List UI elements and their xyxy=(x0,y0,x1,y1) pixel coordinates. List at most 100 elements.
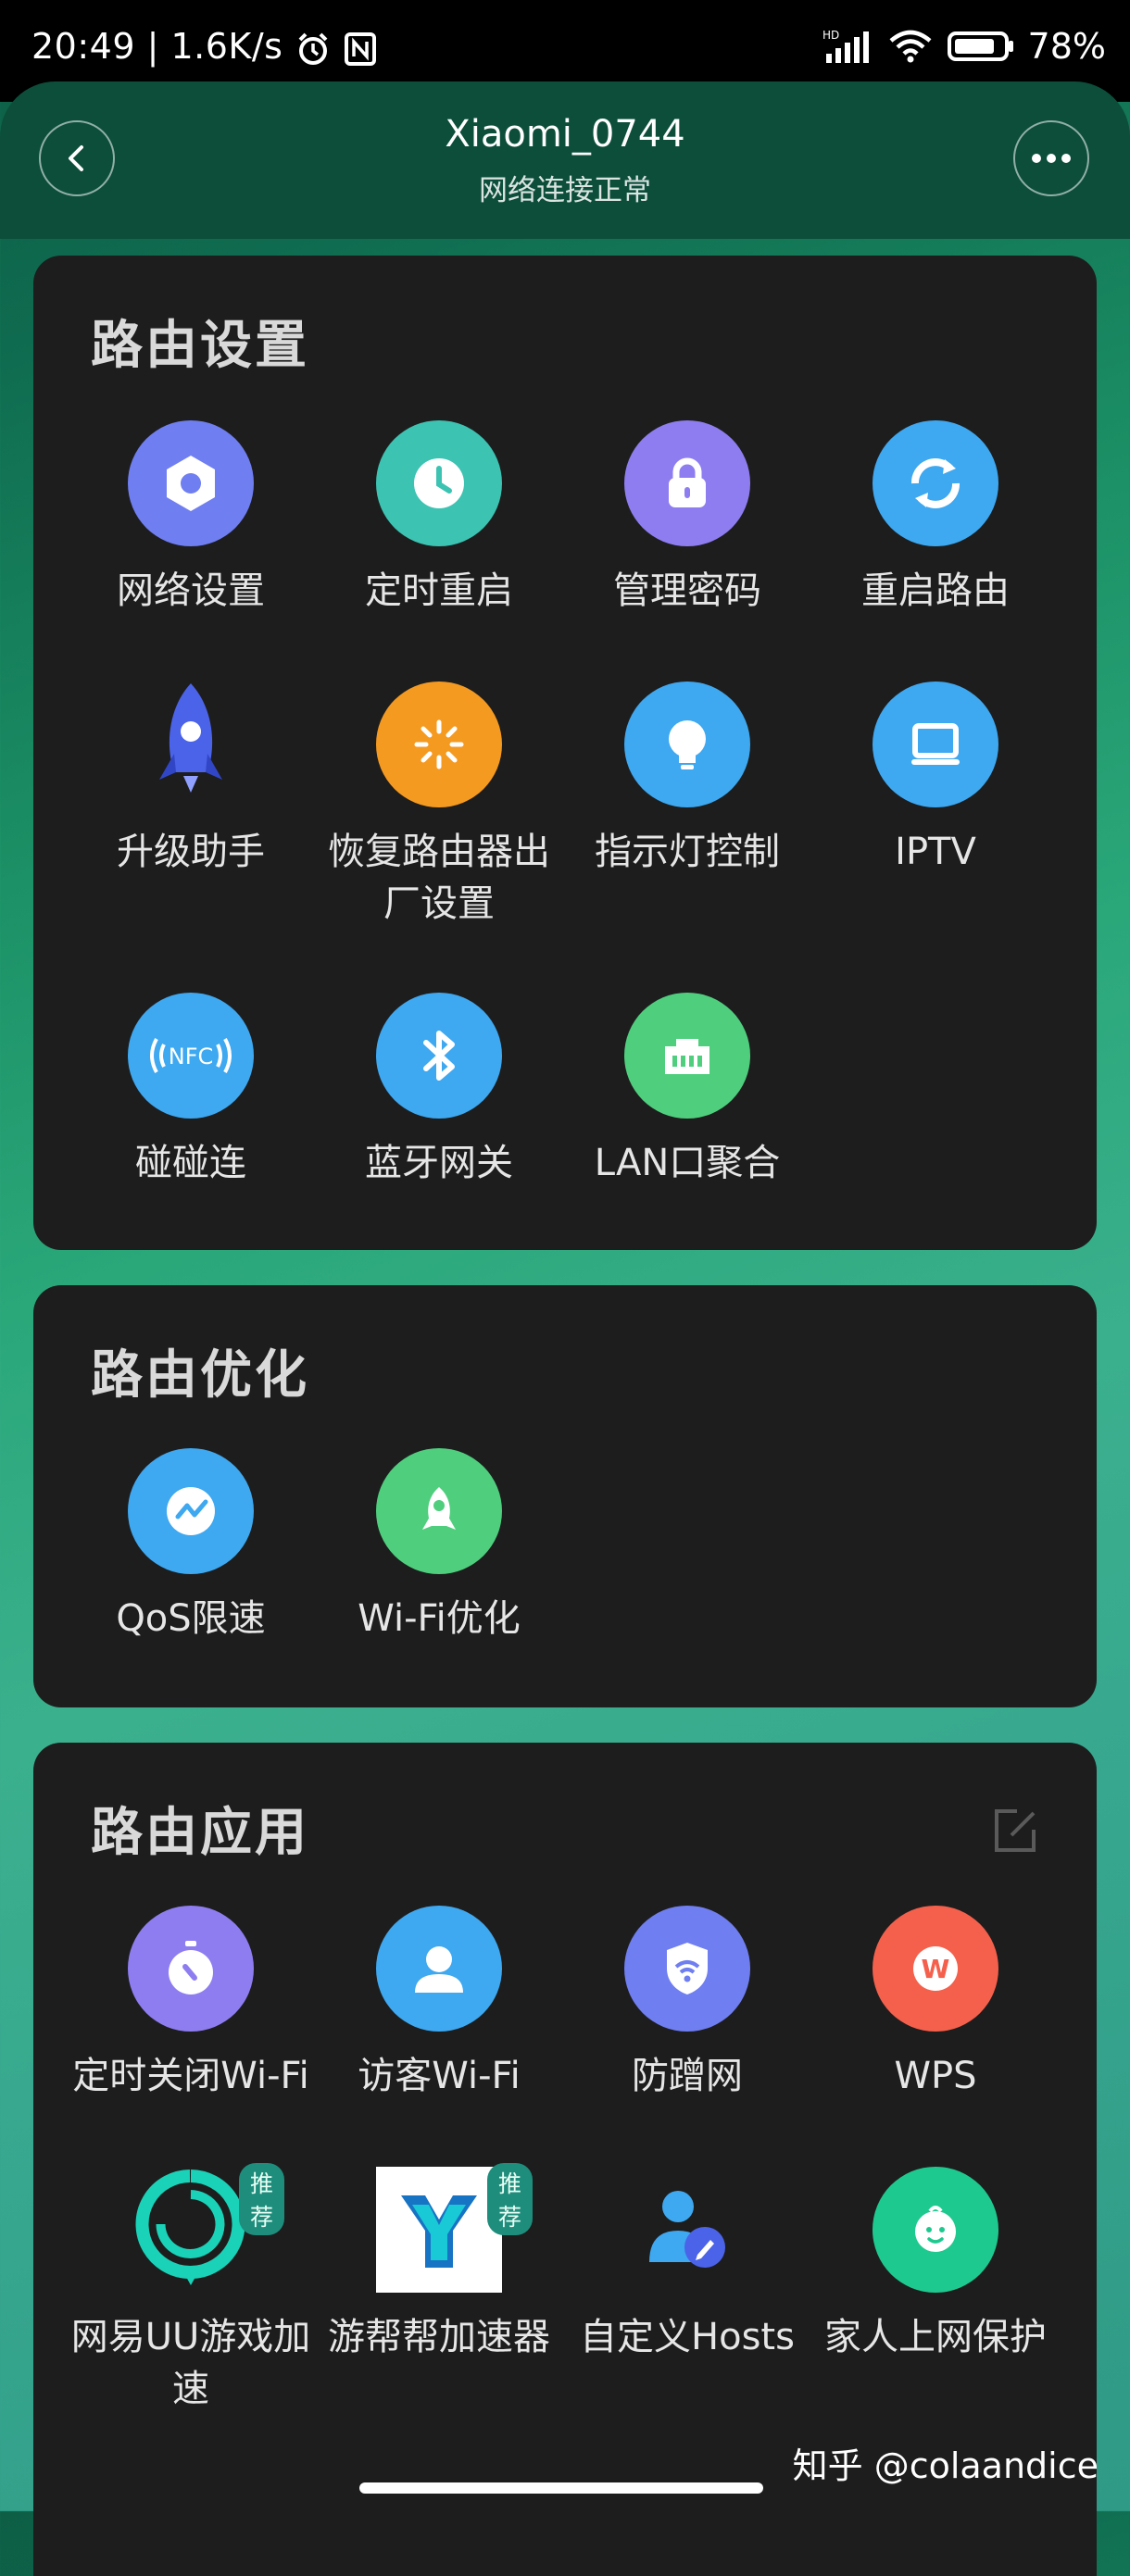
family-protection-icon-bg xyxy=(873,2167,998,2293)
user-icon xyxy=(415,1946,463,1993)
shield-wifi-icon xyxy=(667,1943,708,1995)
settings-card: 路由设置 网络设置 定时重启 管理密码 重启路由 升级助手 恢复路由器出厂设置 … xyxy=(33,256,1097,1250)
lock-icon xyxy=(669,457,706,507)
bluetooth-icon xyxy=(423,1031,455,1081)
item-iptv[interactable]: IPTV xyxy=(811,682,1060,878)
rocket-icon xyxy=(159,683,222,793)
item-touch-connect[interactable]: NFC 碰碰连 xyxy=(67,993,315,1189)
item-bluetooth-gateway[interactable]: 蓝牙网关 xyxy=(315,993,563,1189)
item-label: 升级助手 xyxy=(117,831,265,873)
connection-status: 网络连接正常 xyxy=(479,174,651,207)
ybb-accelerator-icon-bg: 推荐 xyxy=(376,2163,534,2293)
recommend-badge: 推荐 xyxy=(239,2163,285,2235)
home-indicator[interactable] xyxy=(359,2482,763,2494)
tv-icon xyxy=(911,723,960,765)
item-label: LAN口聚合 xyxy=(594,1142,781,1184)
user-edit-icon xyxy=(649,2191,725,2268)
separator: | xyxy=(146,26,171,67)
nfc-icon xyxy=(344,31,376,66)
status-right: HD 78% xyxy=(822,26,1106,67)
item-label: 网易UU游戏加速 xyxy=(70,2316,311,2410)
uu-accelerator-icon-bg: 推荐 xyxy=(128,2163,285,2293)
more-button[interactable] xyxy=(1013,120,1089,196)
scheduled-reboot-icon-bg xyxy=(376,420,502,546)
admin-password-icon-bg xyxy=(624,420,750,546)
item-label: 重启路由 xyxy=(861,569,1010,612)
lan-aggregation-icon-bg xyxy=(624,993,750,1119)
recommend-badge: 推荐 xyxy=(487,2163,534,2235)
battery-level: 78% xyxy=(1027,26,1106,67)
item-custom-hosts[interactable]: 自定义Hosts xyxy=(563,2167,811,2363)
item-scheduled-wifi-off[interactable]: 定时关闭Wi-Fi xyxy=(67,1906,315,2102)
wps-icon-bg: W xyxy=(873,1906,998,2032)
wps-icon: W xyxy=(913,1946,958,1991)
optimize-card: 路由优化 QoS限速 Wi-Fi优化 xyxy=(33,1285,1097,1707)
section-title: 路由应用 xyxy=(91,1803,309,1863)
section-title: 路由设置 xyxy=(91,316,309,376)
item-family-protection[interactable]: 家人上网保护 xyxy=(811,2167,1060,2363)
timer-icon xyxy=(169,1941,213,1995)
item-upgrade-assistant[interactable]: 升级助手 xyxy=(67,682,315,878)
bluetooth-gateway-icon-bg xyxy=(376,993,502,1119)
bulb-icon xyxy=(669,720,706,769)
indicator-light-icon-bg xyxy=(624,682,750,807)
anti-freeload-icon-bg xyxy=(624,1906,750,2032)
item-uu-accelerator[interactable]: 推荐 网易UU游戏加速 xyxy=(67,2163,315,2415)
speed-chart-icon xyxy=(167,1487,215,1535)
touch-connect-icon-bg: NFC xyxy=(128,993,254,1119)
item-label: 访客Wi-Fi xyxy=(358,2055,521,2097)
item-wps[interactable]: W WPS xyxy=(811,1906,1060,2102)
factory-reset-icon-bg xyxy=(376,682,502,807)
item-label: 家人上网保护 xyxy=(824,2316,1047,2358)
item-label: 定时重启 xyxy=(365,569,513,612)
qos-icon-bg xyxy=(128,1448,254,1574)
svg-text:W: W xyxy=(922,1954,950,1984)
status-time: 20:49 xyxy=(31,26,136,67)
svg-text:NFC: NFC xyxy=(169,1044,214,1069)
refresh-icon xyxy=(911,458,960,508)
section-title: 路由优化 xyxy=(91,1345,309,1406)
nfc-icon: NFC xyxy=(150,1038,232,1073)
item-label: 防蹭网 xyxy=(632,2055,743,2097)
ybb-icon xyxy=(401,2195,477,2268)
lan-port-icon xyxy=(665,1039,709,1074)
item-network-settings[interactable]: 网络设置 xyxy=(67,420,315,617)
svg-text:HD: HD xyxy=(822,29,839,42)
upgrade-assistant-icon-bg xyxy=(128,682,254,807)
router-name: Xiaomi_0744 xyxy=(445,113,685,156)
item-admin-password[interactable]: 管理密码 xyxy=(563,420,811,617)
item-label: 蓝牙网关 xyxy=(365,1142,513,1184)
item-scheduled-reboot[interactable]: 定时重启 xyxy=(315,420,563,617)
item-label: 指示灯控制 xyxy=(595,831,780,873)
status-left: 20:49 | 1.6K/s xyxy=(31,26,377,68)
watermark: 知乎 @colaandice xyxy=(792,2445,1099,2486)
scheduled-wifi-off-icon-bg xyxy=(128,1906,254,2032)
header-bar: Xiaomi_0744 网络连接正常 xyxy=(0,81,1130,239)
item-label: 游帮帮加速器 xyxy=(328,2316,550,2358)
hexagon-nut-icon xyxy=(167,456,215,511)
network-settings-icon-bg xyxy=(128,420,254,546)
iptv-icon-bg xyxy=(873,682,998,807)
guest-wifi-icon-bg xyxy=(376,1906,502,2032)
item-ybb-accelerator[interactable]: 推荐 游帮帮加速器 xyxy=(315,2163,563,2363)
item-wifi-optimize[interactable]: Wi-Fi优化 xyxy=(315,1448,563,1644)
item-label: 网络设置 xyxy=(117,569,265,612)
edit-button[interactable] xyxy=(989,1806,1041,1861)
net-speed: 1.6K/s xyxy=(170,26,283,67)
custom-hosts-icon-bg xyxy=(624,2167,750,2293)
item-reboot-router[interactable]: 重启路由 xyxy=(811,420,1060,617)
item-lan-aggregation[interactable]: LAN口聚合 xyxy=(563,993,811,1189)
item-label: WPS xyxy=(894,2055,977,2097)
item-factory-reset[interactable]: 恢复路由器出厂设置 xyxy=(315,682,563,930)
item-guest-wifi[interactable]: 访客Wi-Fi xyxy=(315,1906,563,2102)
rocket-badge-icon xyxy=(422,1487,456,1530)
wifi-icon xyxy=(889,30,931,63)
item-qos[interactable]: QoS限速 xyxy=(67,1448,315,1644)
item-anti-freeload[interactable]: 防蹭网 xyxy=(563,1906,811,2102)
item-indicator-light[interactable]: 指示灯控制 xyxy=(563,682,811,878)
item-label: Wi-Fi优化 xyxy=(358,1597,521,1640)
baby-icon xyxy=(915,2206,956,2252)
item-label: 管理密码 xyxy=(613,569,761,612)
item-label: 恢复路由器出厂设置 xyxy=(328,831,550,925)
item-label: 定时关闭Wi-Fi xyxy=(72,2055,309,2097)
